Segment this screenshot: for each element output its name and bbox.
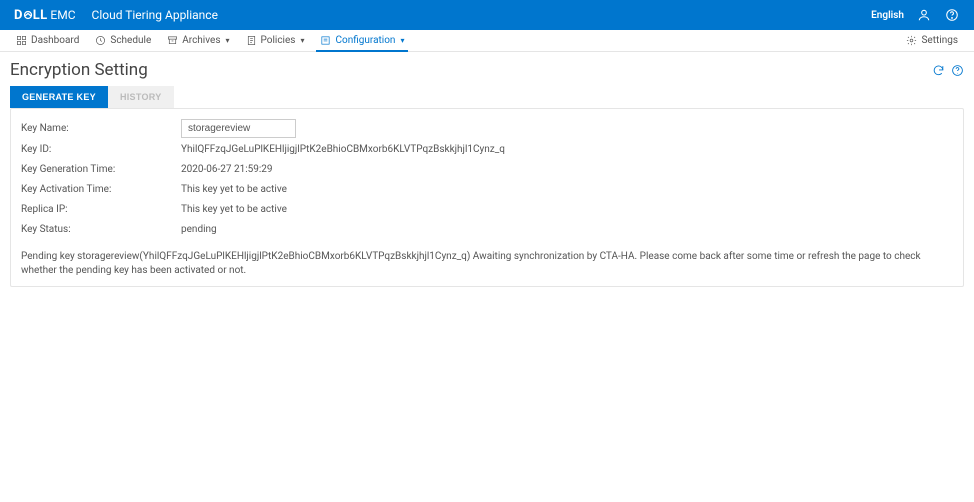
top-bar: DLLEMC Cloud Tiering Appliance English	[0, 0, 974, 30]
tabs-row: GENERATE KEYHISTORY	[0, 86, 974, 108]
gear-icon	[906, 35, 917, 46]
logo-emc: EMC	[50, 8, 75, 22]
pending-message: Pending key storagereview(YhilQFFzqJGeLu…	[21, 250, 953, 278]
main-nav: Dashboard Schedule Archives ▾ Policies ▾…	[0, 30, 974, 52]
label-replica-ip: Replica IP:	[21, 204, 181, 215]
nav-dashboard[interactable]: Dashboard	[8, 30, 87, 51]
logo-letters: LL	[33, 8, 48, 23]
value-act-time: This key yet to be active	[181, 184, 287, 195]
brand-area: DLLEMC Cloud Tiering Appliance	[14, 8, 218, 23]
row-gen-time: Key Generation Time: 2020-06-27 21:59:29	[21, 160, 953, 178]
value-key-status: pending	[181, 224, 217, 235]
nav-settings-label: Settings	[921, 35, 958, 46]
page-title: Encryption Setting	[10, 60, 148, 80]
dashboard-icon	[16, 35, 27, 46]
row-replica-ip: Replica IP: This key yet to be active	[21, 200, 953, 218]
label-key-name: Key Name:	[21, 123, 181, 134]
value-gen-time: 2020-06-27 21:59:29	[181, 164, 273, 175]
row-act-time: Key Activation Time: This key yet to be …	[21, 180, 953, 198]
chevron-down-icon: ▾	[300, 36, 304, 45]
nav-label: Dashboard	[31, 35, 79, 46]
help-page-icon[interactable]	[951, 64, 964, 77]
nav-label: Policies	[261, 35, 296, 46]
value-key-id: YhilQFFzqJGeLuPlKEHljigjlPtK2eBhioCBMxor…	[181, 144, 505, 155]
label-act-time: Key Activation Time:	[21, 184, 181, 195]
chevron-down-icon: ▾	[226, 36, 230, 45]
row-key-id: Key ID: YhilQFFzqJGeLuPlKEHljigjlPtK2eBh…	[21, 140, 953, 158]
nav-configuration[interactable]: Configuration ▾	[312, 30, 412, 51]
value-replica-ip: This key yet to be active	[181, 204, 287, 215]
archive-icon	[167, 35, 178, 46]
nav-settings[interactable]: Settings	[898, 30, 966, 51]
tab-generate-key[interactable]: GENERATE KEY	[10, 86, 108, 108]
product-title: Cloud Tiering Appliance	[92, 8, 218, 22]
page-actions	[932, 64, 964, 77]
user-icon[interactable]	[916, 7, 932, 23]
refresh-icon[interactable]	[932, 64, 945, 77]
label-key-id: Key ID:	[21, 144, 181, 155]
chevron-down-icon: ▾	[400, 36, 404, 45]
policies-icon	[246, 35, 257, 46]
help-icon[interactable]	[944, 7, 960, 23]
tab-history[interactable]: HISTORY	[108, 86, 174, 108]
label-key-status: Key Status:	[21, 224, 181, 235]
page-header: Encryption Setting	[0, 52, 974, 86]
clock-icon	[95, 35, 106, 46]
row-key-status: Key Status: pending	[21, 220, 953, 238]
nav-archives[interactable]: Archives ▾	[159, 30, 237, 51]
nav-label: Configuration	[335, 35, 395, 46]
top-right-tools: English	[871, 7, 960, 23]
nav-left: Dashboard Schedule Archives ▾ Policies ▾…	[8, 30, 412, 51]
nav-policies[interactable]: Policies ▾	[238, 30, 313, 51]
language-selector[interactable]: English	[871, 10, 904, 21]
dell-emc-logo: DLLEMC	[14, 8, 76, 23]
nav-label: Schedule	[110, 35, 151, 46]
configuration-icon	[320, 35, 331, 46]
panel-wrap: Key Name: Key ID: YhilQFFzqJGeLuPlKEHlji…	[0, 108, 974, 297]
nav-schedule[interactable]: Schedule	[87, 30, 159, 51]
key-details-panel: Key Name: Key ID: YhilQFFzqJGeLuPlKEHlji…	[10, 108, 964, 287]
label-gen-time: Key Generation Time:	[21, 164, 181, 175]
nav-label: Archives	[182, 35, 220, 46]
row-key-name: Key Name:	[21, 119, 953, 138]
key-name-input[interactable]	[181, 119, 296, 138]
